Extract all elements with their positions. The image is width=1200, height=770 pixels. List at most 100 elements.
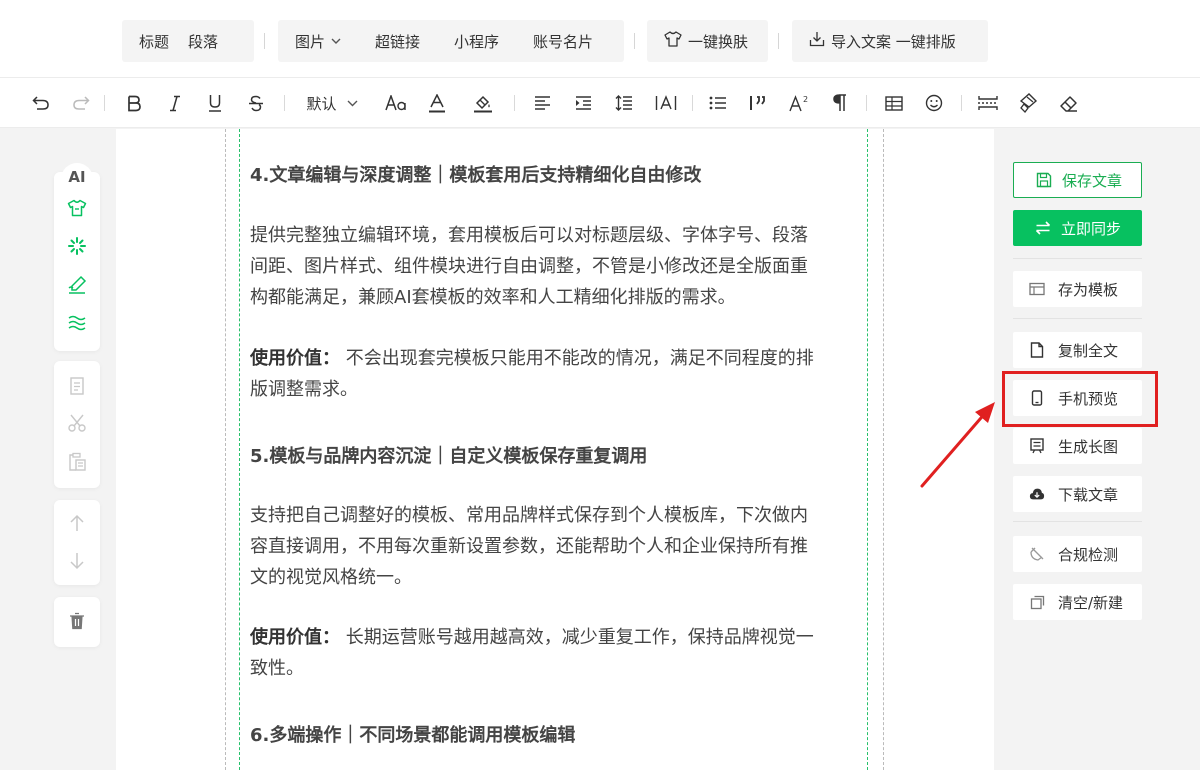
actions-divider — [1013, 521, 1142, 522]
ai-tools-panel: AI — [54, 163, 100, 351]
body-line: 致性。 — [250, 658, 304, 679]
ai-write-icon[interactable] — [65, 273, 89, 297]
strikethrough-icon[interactable] — [246, 91, 266, 115]
body-line: 容直接调用，不用每次重新设置参数，还能帮助个人和企业保持所有推 — [250, 536, 808, 557]
actions-divider — [1013, 258, 1142, 259]
sync-now-button[interactable]: 立即同步 — [1013, 210, 1142, 246]
align-left-icon[interactable] — [532, 91, 552, 115]
eraser-icon[interactable] — [1058, 91, 1080, 115]
paragraph-mark-icon[interactable] — [830, 91, 850, 115]
highlight-box — [1002, 371, 1158, 427]
save-as-template-button[interactable]: 存为模板 — [1013, 271, 1142, 307]
format-painter-icon[interactable] — [1017, 91, 1039, 115]
value-label: 使用价值： — [250, 348, 340, 369]
toolbar-divider — [264, 33, 265, 49]
letter-case-icon[interactable] — [384, 91, 408, 115]
cut-icon[interactable] — [65, 411, 89, 435]
value-text: 不会出现套完模板只能用不能改的情况，满足不同程度的排 — [345, 348, 814, 369]
body-line: 文的视觉风格统一。 — [250, 567, 412, 588]
insert-image-label: 图片 — [295, 32, 326, 51]
undo-icon[interactable] — [30, 91, 52, 115]
one-click-skin-label: 一键换肤 — [688, 32, 749, 51]
copy-icon[interactable] — [65, 374, 89, 398]
toolbar-divider — [634, 33, 635, 49]
annotation-arrow-icon — [920, 402, 995, 488]
emoji-icon[interactable] — [923, 91, 945, 115]
underline-icon[interactable] — [205, 91, 225, 115]
compliance-check-button[interactable]: 合规检测 — [1013, 536, 1142, 572]
bold-icon[interactable] — [124, 91, 144, 115]
content-guide-line — [883, 129, 884, 770]
clear-new-button[interactable]: 清空/新建 — [1013, 584, 1142, 620]
compliance-icon — [1029, 546, 1045, 562]
line-height-icon[interactable] — [614, 91, 634, 115]
clear-new-label: 清空/新建 — [1058, 593, 1124, 612]
value-text: 长期运营账号越用越高效，减少重复工作，保持品牌视觉一 — [345, 627, 814, 648]
copy-all-button[interactable]: 复制全文 — [1013, 332, 1142, 368]
format-divider — [284, 95, 285, 111]
import-icon — [809, 31, 825, 51]
table-icon[interactable] — [883, 91, 905, 115]
delete-tools-panel — [54, 597, 100, 647]
superscript-icon[interactable]: 2 — [788, 91, 812, 115]
copy-all-label: 复制全文 — [1058, 341, 1119, 360]
body-line: 版调整需求。 — [250, 379, 358, 400]
download-article-button[interactable]: 下载文章 — [1013, 476, 1142, 512]
ai-skin-icon[interactable] — [65, 196, 89, 220]
body-line: 提供完整独立编辑环境，套用模板后可以对标题层级、字体字号、段落 — [250, 225, 808, 246]
save-as-template-label: 存为模板 — [1058, 280, 1119, 299]
move-up-icon[interactable] — [65, 511, 89, 535]
body-line: 支持把自己调整好的模板、常用品牌样式保存到个人模板库，下次做内 — [250, 505, 808, 526]
insert-image-button[interactable]: 图片 — [278, 20, 358, 62]
article-editor[interactable]: 4.文章编辑与深度调整｜模板套用后支持精细化自由修改 提供完整独立编辑环境，套用… — [116, 129, 994, 770]
ai-label: AI — [61, 163, 93, 191]
ai-layout-icon[interactable] — [65, 311, 89, 335]
move-down-icon[interactable] — [65, 549, 89, 573]
letter-spacing-icon[interactable] — [654, 91, 678, 115]
content-guide-line — [239, 129, 240, 770]
blockquote-icon[interactable] — [748, 91, 768, 115]
media-insert-group: 图片 超链接 小程序 账号名片 — [278, 20, 624, 62]
import-article-button[interactable]: 导入文案 一键排版 — [792, 20, 973, 62]
redo-icon[interactable] — [70, 91, 92, 115]
insert-miniprogram-button[interactable]: 小程序 — [437, 20, 516, 62]
body-line: 构都能满足，兼顾AI套模板的效率和人工精细化排版的需求。 — [250, 287, 736, 308]
toolbar-divider — [778, 33, 779, 49]
compliance-check-label: 合规检测 — [1058, 545, 1119, 564]
top-toolbar: 标题 段落 图片 超链接 小程序 账号名片 一键换肤 导入文案 一键排版 — [0, 0, 1200, 77]
new-page-icon — [1029, 594, 1045, 610]
indent-icon[interactable] — [573, 91, 593, 115]
background-color-icon[interactable] — [472, 91, 494, 115]
document-icon — [1029, 342, 1045, 358]
one-click-skin-button[interactable]: 一键换肤 — [647, 20, 765, 62]
divider-line-icon[interactable] — [976, 91, 1000, 115]
section-heading: 5.模板与品牌内容沉淀｜自定义模板保存重复调用 — [250, 446, 648, 467]
font-color-icon[interactable] — [426, 91, 448, 115]
trash-icon[interactable] — [65, 609, 89, 633]
template-icon — [1029, 281, 1045, 297]
long-image-icon — [1029, 438, 1045, 454]
actions-divider — [1013, 318, 1142, 319]
format-toolbar: 默认 2 — [0, 77, 1200, 128]
paste-icon[interactable] — [65, 450, 89, 474]
format-divider — [514, 95, 515, 111]
bullet-list-icon[interactable] — [708, 91, 728, 115]
insert-title-button[interactable]: 标题 — [122, 20, 186, 62]
ai-sparkle-icon[interactable] — [65, 234, 89, 258]
move-tools-panel — [54, 500, 100, 585]
value-line: 使用价值： 不会出现套完模板只能用不能改的情况，满足不同程度的排 — [250, 343, 814, 374]
value-line: 使用价值： 长期运营账号越用越高效，减少重复工作，保持品牌视觉一 — [250, 622, 814, 653]
import-group: 导入文案 一键排版 — [792, 20, 988, 62]
cloud-download-icon — [1029, 486, 1045, 502]
skin-group: 一键换肤 — [647, 20, 768, 62]
font-size-select[interactable]: 默认 — [302, 91, 362, 115]
italic-icon[interactable] — [165, 91, 185, 115]
insert-hyperlink-button[interactable]: 超链接 — [358, 20, 437, 62]
value-label: 使用价值： — [250, 627, 340, 648]
generate-long-image-button[interactable]: 生成长图 — [1013, 428, 1142, 464]
sync-icon — [1035, 220, 1051, 236]
save-article-button[interactable]: 保存文章 — [1013, 162, 1142, 198]
insert-paragraph-button[interactable]: 段落 — [186, 20, 235, 62]
insert-account-card-button[interactable]: 账号名片 — [516, 20, 610, 62]
body-line: 间距、图片样式、组件模块进行自由调整，不管是小修改还是全版面重 — [250, 256, 808, 277]
